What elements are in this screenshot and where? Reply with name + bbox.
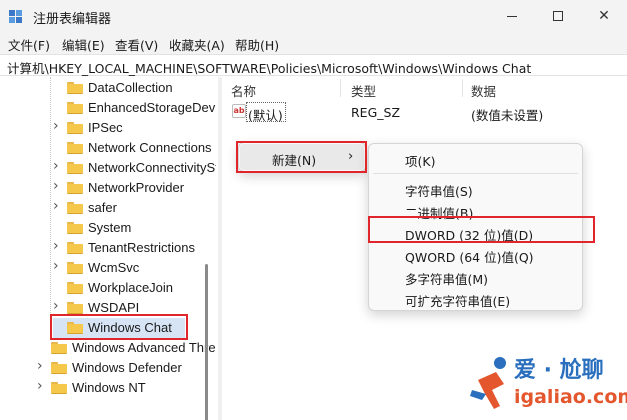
menu-item-expandable-string-value[interactable]: 可扩充字符串值(E) xyxy=(405,291,510,310)
tree-item-label: Windows NT xyxy=(72,380,146,395)
address-bar[interactable]: 计算机\HKEY_LOCAL_MACHINE\SOFTWARE\Policies… xyxy=(0,54,627,76)
menu-separator xyxy=(373,173,578,174)
string-value-icon: ab xyxy=(232,104,246,118)
folder-icon xyxy=(51,342,67,354)
key-tree[interactable]: DataCollection EnhancedStorageDevices › IPS… xyxy=(0,77,216,420)
column-header-data[interactable]: 数据 xyxy=(471,81,496,100)
tree-item[interactable]: Network Connections xyxy=(0,138,216,158)
chevron-right-icon[interactable]: › xyxy=(37,358,43,374)
highlight-box-dword xyxy=(368,216,595,243)
chevron-right-icon[interactable]: › xyxy=(53,238,59,254)
menu-favorites[interactable]: 收藏夹(A) xyxy=(169,35,225,54)
column-divider[interactable] xyxy=(340,79,341,97)
chevron-right-icon[interactable]: › xyxy=(53,178,59,194)
close-button[interactable]: ✕ xyxy=(581,0,627,32)
close-icon: ✕ xyxy=(598,8,610,24)
tree-item-label: Windows Advanced Threat Protection xyxy=(72,340,216,355)
column-divider[interactable] xyxy=(462,79,463,97)
tree-item[interactable]: › IPSec xyxy=(0,118,216,138)
menu-item-qword-value[interactable]: QWORD (64 位)值(Q) xyxy=(405,247,534,266)
folder-icon xyxy=(67,302,83,314)
tree-item-label: NetworkProvider xyxy=(88,180,185,195)
folder-icon xyxy=(67,202,83,214)
folder-icon xyxy=(67,162,83,174)
minimize-icon xyxy=(507,15,517,17)
folder-icon xyxy=(67,262,83,274)
runner-logo-icon xyxy=(470,357,506,409)
maximize-button[interactable] xyxy=(535,0,581,32)
tree-item[interactable]: › TenantRestrictions xyxy=(0,238,216,258)
folder-icon xyxy=(67,222,83,234)
folder-icon xyxy=(51,362,67,374)
chevron-right-icon[interactable]: › xyxy=(53,118,59,134)
site-watermark: 爱 · 尬聊 igaliao.com xyxy=(470,350,627,420)
title-bar: 注册表编辑器 ✕ xyxy=(0,0,627,32)
tree-item-label: IPSec xyxy=(88,120,123,135)
tree-item[interactable]: System xyxy=(0,218,216,238)
watermark-url: igaliao.com xyxy=(514,386,627,408)
value-type: REG_SZ xyxy=(351,105,401,120)
tree-item[interactable]: › NetworkConnectivityStatusIndicator xyxy=(0,158,216,178)
tree-item-label: EnhancedStorageDevices xyxy=(88,100,216,115)
tree-item-label: Network Connections xyxy=(88,140,212,155)
folder-icon xyxy=(51,382,67,394)
folder-icon xyxy=(67,282,83,294)
column-header-type[interactable]: 类型 xyxy=(351,81,376,100)
tree-item[interactable]: Windows Advanced Threat Protection xyxy=(0,338,216,358)
folder-icon xyxy=(67,102,83,114)
tree-item[interactable]: › Windows Defender xyxy=(0,358,216,378)
chevron-right-icon[interactable]: › xyxy=(53,198,59,214)
tree-scrollbar[interactable] xyxy=(205,264,208,420)
address-path[interactable]: 计算机\HKEY_LOCAL_MACHINE\SOFTWARE\Policies… xyxy=(7,58,531,77)
tree-item-label: DataCollection xyxy=(88,80,173,95)
tree-item[interactable]: WorkplaceJoin xyxy=(0,278,216,298)
folder-icon xyxy=(67,142,83,154)
tree-item[interactable]: › WcmSvc xyxy=(0,258,216,278)
folder-icon xyxy=(67,122,83,134)
menu-file[interactable]: 文件(F) xyxy=(8,35,50,54)
menu-view[interactable]: 查看(V) xyxy=(115,35,158,54)
menu-edit[interactable]: 编辑(E) xyxy=(62,35,105,54)
watermark-title: 爱 · 尬聊 xyxy=(514,358,604,383)
registry-editor-icon xyxy=(9,10,23,23)
minimize-button[interactable] xyxy=(489,0,535,32)
tree-item[interactable]: EnhancedStorageDevices xyxy=(0,98,216,118)
folder-icon xyxy=(67,242,83,254)
chevron-right-icon[interactable]: › xyxy=(37,378,43,394)
tree-item[interactable]: DataCollection xyxy=(0,78,216,98)
chevron-right-icon[interactable]: › xyxy=(53,258,59,274)
menu-item-key[interactable]: 项(K) xyxy=(405,151,435,170)
chevron-right-icon[interactable]: › xyxy=(53,298,59,314)
menu-item-multi-string-value[interactable]: 多字符串值(M) xyxy=(405,269,488,288)
tree-item-label: System xyxy=(88,220,132,235)
menu-bar: 文件(F) 编辑(E) 查看(V) 收藏夹(A) 帮助(H) xyxy=(0,32,627,54)
column-header-name[interactable]: 名称 xyxy=(231,81,256,100)
chevron-right-icon[interactable]: › xyxy=(53,158,59,174)
folder-icon xyxy=(67,82,83,94)
tree-item[interactable]: › safer xyxy=(0,198,216,218)
tree-item-label: NetworkConnectivityStatusIndicator xyxy=(88,160,216,175)
tree-item-label: WSDAPI xyxy=(88,300,140,315)
tree-item-label: Windows Defender xyxy=(72,360,182,375)
menu-help[interactable]: 帮助(H) xyxy=(235,35,279,54)
menu-item-string-value[interactable]: 字符串值(S) xyxy=(405,181,473,200)
folder-icon xyxy=(67,182,83,194)
value-name[interactable]: (默认) xyxy=(248,105,283,124)
window-title: 注册表编辑器 xyxy=(33,12,112,27)
value-data: (数值未设置) xyxy=(471,108,544,123)
highlight-box-windows-chat xyxy=(50,314,188,340)
tree-item-label: WorkplaceJoin xyxy=(88,280,174,295)
tree-item[interactable]: › NetworkProvider xyxy=(0,178,216,198)
tree-item[interactable]: › Windows NT xyxy=(0,378,216,398)
tree-item-label: TenantRestrictions xyxy=(88,240,195,255)
tree-item-label: WcmSvc xyxy=(88,260,140,275)
tree-item-label: safer xyxy=(88,200,117,215)
maximize-icon xyxy=(553,11,563,21)
highlight-box-new xyxy=(236,141,367,173)
